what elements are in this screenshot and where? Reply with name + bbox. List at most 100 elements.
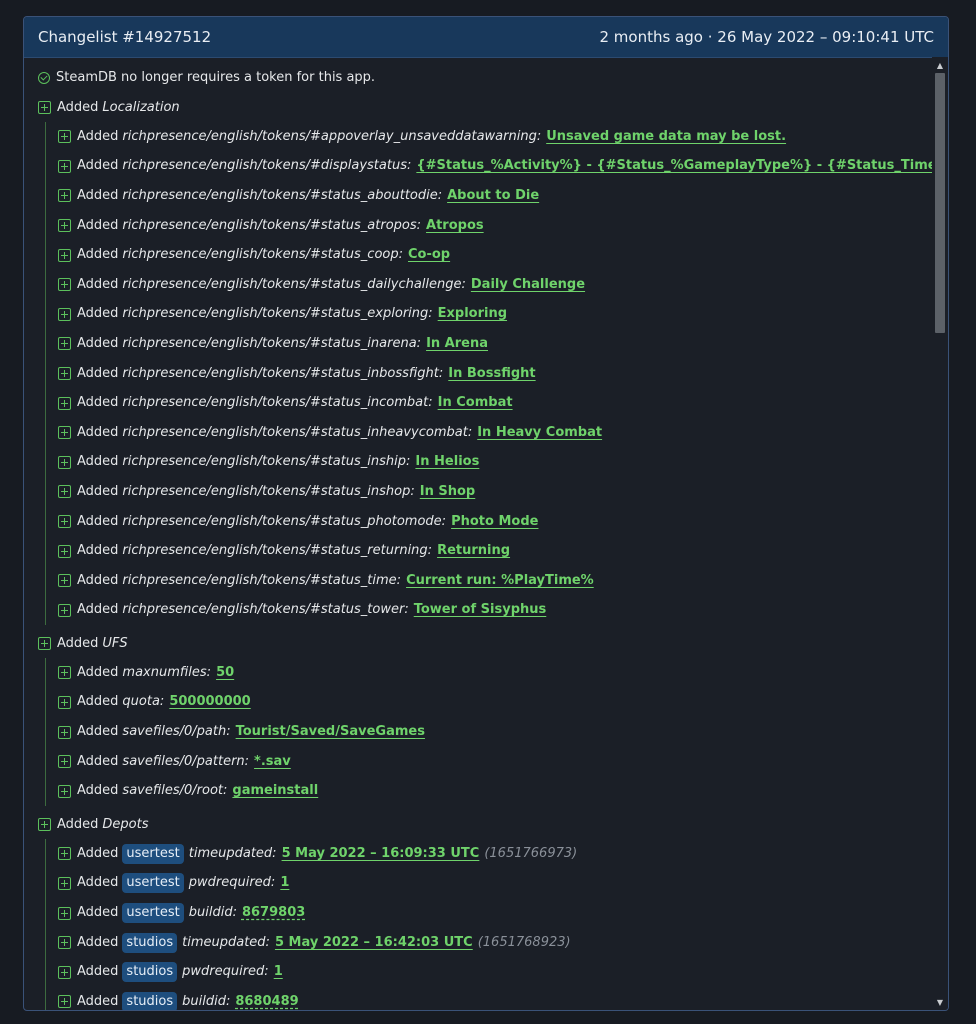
token-note: SteamDB no longer requires a token for t… [38,63,932,93]
item-value-link[interactable]: Current run: %PlayTime% [406,572,594,590]
group-children: Added usertest timeupdated: 5 May 2022 – 16… [45,839,932,1010]
group-header: Added Localization [38,93,932,122]
unix-timestamp: (1651766973) [484,845,578,861]
item-value-link[interactable]: In Shop [420,483,475,501]
added-label: Added [77,572,119,588]
added-label: Added [77,365,119,381]
changelist-title[interactable]: Changelist #14927512 [38,28,211,46]
change-item: Added usertest timeupdated: 5 May 2022 – 16… [58,839,932,869]
added-label: Added [77,128,119,144]
scroll-down-arrow[interactable]: ▼ [932,994,948,1010]
change-item: Added richpresence/english/tokens/#status… [58,240,932,270]
item-value-link[interactable]: In Bossfight [448,365,535,383]
item-key: richpresence/english/tokens/#status_inar… [122,335,422,351]
item-value-link[interactable]: In Helios [415,453,479,471]
plus-square-icon [58,219,71,233]
item-value-link[interactable]: 5 May 2022 – 16:09:33 UTC [282,845,480,863]
item-value-link[interactable]: In Combat [438,394,513,412]
plus-square-icon [58,936,71,950]
item-value-link[interactable]: Co-op [408,246,450,264]
change-item: Added richpresence/english/tokens/#status… [58,300,932,330]
item-value-link[interactable]: Returning [437,542,510,560]
item-value-link[interactable]: Photo Mode [451,513,538,531]
item-key: pwdrequired: [188,875,276,891]
item-value-link[interactable]: gameinstall [232,782,318,800]
scroll-up-arrow[interactable]: ▲ [932,57,948,73]
item-value-link[interactable]: In Arena [426,335,488,353]
item-key: richpresence/english/tokens/#status_retu… [122,543,433,559]
item-value-link[interactable]: 8679803 [242,904,305,922]
depot-branch-badge: studios [122,991,178,1010]
depot-branch-badge: usertest [122,873,184,894]
change-item: Added richpresence/english/tokens/#status… [58,418,932,448]
plus-square-icon [58,965,71,979]
plus-square-icon [58,485,71,499]
item-key: richpresence/english/tokens/#status_towe… [122,602,409,618]
item-value-link[interactable]: Daily Challenge [471,276,585,294]
item-key: timeupdated: [182,934,270,950]
item-value-link[interactable]: 1 [274,963,283,981]
change-item: Added richpresence/english/tokens/#displa… [58,152,932,182]
plus-square-icon [58,847,71,861]
item-value-link[interactable]: Unsaved game data may be lost. [546,128,786,146]
added-label: Added [77,875,119,891]
group-children: Added maxnumfiles: 50 Added quota: 500000000 A… [45,658,932,807]
group-name: Localization [102,99,180,115]
item-value-link[interactable]: {#Status_%Activity%} - {#Status_%Gamepla… [416,157,932,175]
item-key: maxnumfiles: [122,664,212,680]
added-label: Added [77,483,119,499]
item-key: savefiles/0/path: [122,724,231,740]
added-label: Added [77,845,119,861]
plus-square-icon [58,337,71,351]
item-value-link[interactable]: Tower of Sisyphus [414,601,547,619]
item-value-link[interactable]: 8680489 [235,993,298,1010]
change-item: Added richpresence/english/tokens/#appove… [58,122,932,152]
item-key: richpresence/english/tokens/#status_inco… [122,395,433,411]
item-value-link[interactable]: 1 [280,874,289,892]
change-item: Added richpresence/english/tokens/#status… [58,211,932,241]
plus-square-icon [38,818,51,832]
scroll-thumb[interactable] [935,73,945,333]
added-label: Added [57,99,99,115]
item-value-link[interactable]: 500000000 [169,693,250,711]
vertical-scrollbar[interactable]: ▲ ▼ [932,57,948,1010]
item-key: richpresence/english/tokens/#displaystat… [122,158,412,174]
plus-square-icon [58,307,71,321]
added-label: Added [77,335,119,351]
change-item: Added maxnumfiles: 50 [58,658,932,688]
item-value-link[interactable]: *.sav [254,753,291,771]
added-label: Added [77,934,119,950]
change-item: Added richpresence/english/tokens/#status… [58,448,932,478]
item-value-link[interactable]: In Heavy Combat [477,424,602,442]
item-key: richpresence/english/tokens/#status_insh… [122,483,415,499]
item-key: richpresence/english/tokens/#status_coop… [122,247,403,263]
added-label: Added [77,513,119,529]
group-name: UFS [102,635,128,651]
item-key: savefiles/0/pattern: [122,753,250,769]
changelist-body: SteamDB no longer requires a token for t… [24,57,932,1010]
item-value-link[interactable]: Tourist/Saved/SaveGames [236,723,425,741]
item-value-link[interactable]: Atropos [426,217,484,235]
added-label: Added [77,395,119,411]
change-item: Added quota: 500000000 [58,688,932,718]
check-circle-icon [38,72,50,84]
item-key: savefiles/0/root: [122,783,228,799]
item-value-link[interactable]: Exploring [438,305,507,323]
item-value-link[interactable]: About to Die [447,187,539,205]
plus-square-icon [58,396,71,410]
triangle-up-icon: ▲ [936,60,944,70]
added-label: Added [77,905,119,921]
change-item: Added richpresence/english/tokens/#status… [58,566,932,596]
unix-timestamp: (1651768923) [477,934,571,950]
item-key: richpresence/english/tokens/#status_inhe… [122,424,473,440]
added-label: Added [57,816,99,832]
added-label: Added [77,217,119,233]
change-item: Added savefiles/0/root: gameinstall [58,776,932,806]
item-key: richpresence/english/tokens/#appoverlay_… [122,128,542,144]
item-value-link[interactable]: 50 [216,664,234,682]
plus-square-icon [58,784,71,798]
item-value-link[interactable]: 5 May 2022 – 16:42:03 UTC [275,934,473,952]
plus-square-icon [38,637,51,651]
item-key: richpresence/english/tokens/#status_phot… [122,513,447,529]
change-item: Added richpresence/english/tokens/#status… [58,270,932,300]
